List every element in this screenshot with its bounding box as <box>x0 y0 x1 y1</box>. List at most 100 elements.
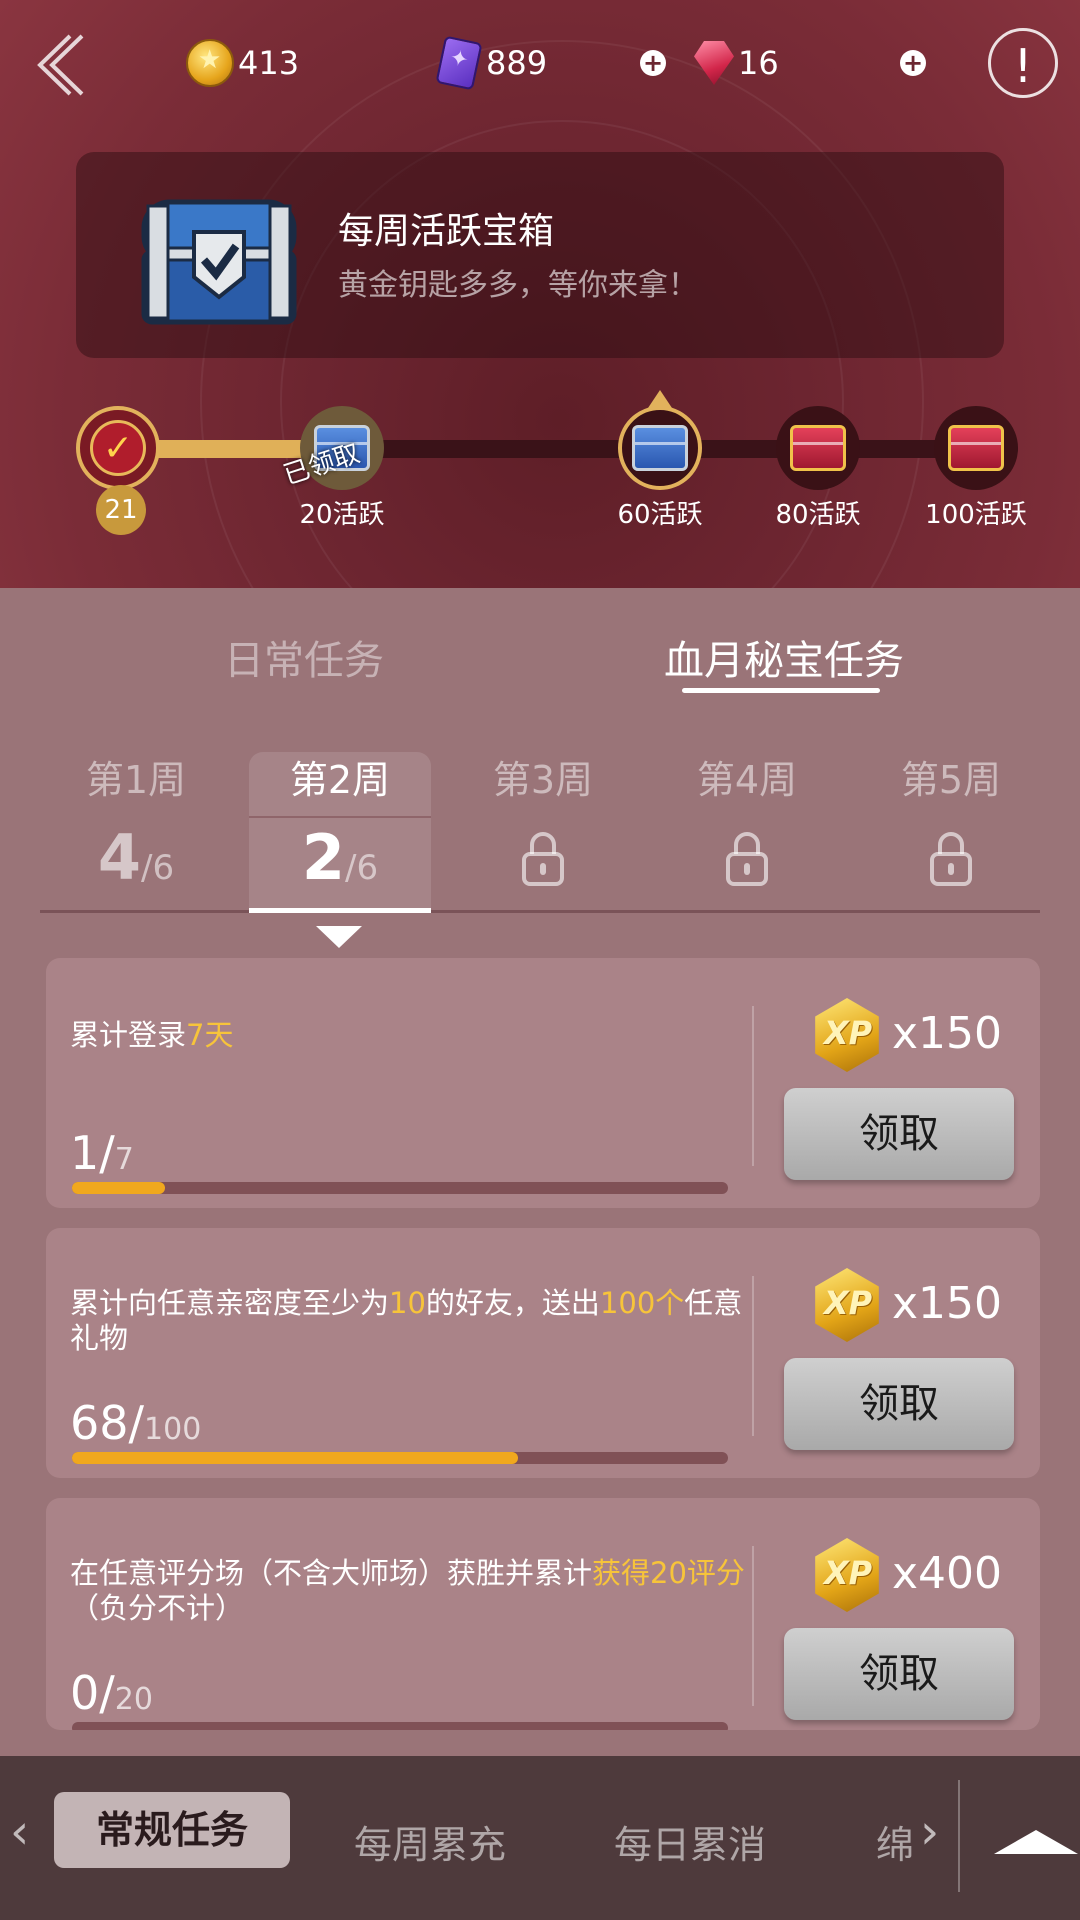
activity-count-badge: 21 <box>96 485 146 535</box>
milestone-label: 20活跃 <box>299 500 385 530</box>
purple-card-icon <box>435 35 483 91</box>
week-tab-1[interactable]: 第1周 4/6 <box>45 752 227 890</box>
red-gem-icon <box>694 41 734 85</box>
week-tab-2[interactable]: 第2周 2/6 <box>249 752 431 890</box>
check-icon: ✓ <box>90 420 146 476</box>
task-total: 20 <box>114 1682 153 1717</box>
task-progress-text: 1/7 <box>70 1126 134 1180</box>
xp-icon <box>815 1268 879 1342</box>
weekly-chest-panel: 每周活跃宝箱 黄金钥匙多多，等你来拿！ <box>76 152 1004 358</box>
task-card: 累计登录7天 1/7 x150 领取 <box>46 958 1040 1208</box>
task-divider <box>752 1276 754 1436</box>
scroll-left-icon[interactable]: ‹ <box>10 1804 29 1860</box>
claim-button[interactable]: 领取 <box>784 1628 1014 1720</box>
lock-icon <box>930 832 972 886</box>
week-total: /6 <box>141 848 175 888</box>
milestone-node-100[interactable] <box>934 406 1018 490</box>
task-current: 1/ <box>70 1126 115 1180</box>
gold-amount: 413 <box>238 44 300 82</box>
task-current: 68/ <box>70 1396 145 1450</box>
week-label: 第2周 <box>289 758 391 802</box>
task-highlight: 100个 <box>599 1286 685 1320</box>
red-chest-icon <box>948 425 1004 471</box>
collapse-up-icon[interactable] <box>994 1830 1078 1854</box>
reward-amount: x150 <box>892 1278 1003 1329</box>
selected-week-arrow-icon <box>316 926 362 948</box>
gem-amount: 16 <box>738 44 779 82</box>
task-total: 7 <box>114 1142 134 1177</box>
gold-coin-icon <box>186 39 234 87</box>
tab-blood-moon-tasks[interactable]: 血月秘宝任务 <box>664 628 904 686</box>
week-progress <box>860 826 1042 890</box>
task-progress-bar <box>72 1452 728 1464</box>
week-tab-5[interactable]: 第5周 <box>860 752 1042 890</box>
task-divider <box>752 1006 754 1166</box>
bottom-tab-regular[interactable]: 常规任务 <box>54 1792 290 1868</box>
task-text: 累计向任意亲密度至少为 <box>70 1286 390 1320</box>
claim-button[interactable]: 领取 <box>784 1088 1014 1180</box>
milestone-node-80[interactable] <box>776 406 860 490</box>
card-amount: 889 <box>486 44 548 82</box>
chest-subtitle: 黄金钥匙多多，等你来拿！ <box>338 268 698 303</box>
task-progress-text: 68/100 <box>70 1396 201 1450</box>
task-text: 的好友，送出 <box>425 1286 600 1320</box>
task-progress-text: 0/20 <box>70 1666 153 1720</box>
week-progress: 4/6 <box>45 826 227 890</box>
bottom-tab-weekly-topup[interactable]: 每周累充 <box>354 1814 506 1869</box>
info-button[interactable]: ! <box>988 28 1058 98</box>
task-text: 在任意评分场（不含大师场）获胜并累计 <box>70 1556 593 1590</box>
task-highlight: 7天 <box>186 1018 234 1052</box>
week-done: 4 <box>97 821 142 894</box>
task-progress-fill <box>72 1452 519 1464</box>
task-text: 累计登录 <box>70 1018 187 1052</box>
week-tab-4[interactable]: 第4周 <box>656 752 838 890</box>
bottom-divider <box>958 1780 960 1892</box>
task-text: （负分不计） <box>70 1591 245 1625</box>
blue-chest-icon <box>632 425 688 471</box>
week-done: 2 <box>301 821 346 894</box>
tab-daily-tasks[interactable]: 日常任务 <box>224 628 384 686</box>
add-card-button[interactable]: + <box>640 50 666 76</box>
reward-amount: x400 <box>892 1548 1003 1599</box>
task-divider <box>752 1546 754 1706</box>
week-tab-3[interactable]: 第3周 <box>452 752 634 890</box>
bottom-tab-daily-spend[interactable]: 每日累消 <box>614 1814 766 1869</box>
selected-week-underline <box>249 908 431 913</box>
active-tab-indicator <box>682 688 880 693</box>
task-highlight: 获得20评分 <box>592 1556 745 1590</box>
bottom-tab-partial[interactable]: 绵 <box>876 1814 914 1869</box>
task-highlight: 10 <box>389 1286 426 1320</box>
week-progress: 2/6 <box>249 826 431 890</box>
task-description: 累计向任意亲密度至少为10的好友，送出100个任意礼物 <box>70 1286 770 1356</box>
scroll-right-icon[interactable]: › <box>920 1804 939 1860</box>
task-current: 0/ <box>70 1666 115 1720</box>
red-chest-icon <box>790 425 846 471</box>
week-divider <box>40 910 1040 913</box>
week-label: 第3周 <box>492 758 594 802</box>
week-progress <box>656 826 838 890</box>
week-progress <box>452 826 634 890</box>
milestone-label: 80活跃 <box>775 500 861 530</box>
header-banner: 413 889 + 16 + ! 每周活跃宝箱 黄金钥匙多多，等你来拿！ ✓ 2… <box>0 0 1080 588</box>
xp-icon <box>815 1538 879 1612</box>
milestone-node-60[interactable] <box>618 406 702 490</box>
xp-icon <box>815 998 879 1072</box>
task-progress-fill <box>72 1182 166 1194</box>
task-progress-bar <box>72 1722 728 1730</box>
gold-currency: 413 <box>186 38 299 88</box>
reward-amount: x150 <box>892 1008 1003 1059</box>
week-label: 第4周 <box>696 758 798 802</box>
task-progress-bar <box>72 1182 728 1194</box>
task-description: 累计登录7天 <box>70 1018 770 1053</box>
week-label: 第1周 <box>85 758 187 802</box>
task-card: 在任意评分场（不含大师场）获胜并累计获得20评分 （负分不计） 0/20 x400… <box>46 1498 1040 1730</box>
claim-button[interactable]: 领取 <box>784 1358 1014 1450</box>
back-icon[interactable] <box>30 30 90 100</box>
add-gem-button[interactable]: + <box>900 50 926 76</box>
milestone-label: 60活跃 <box>617 500 703 530</box>
chest-title: 每周活跃宝箱 <box>338 211 555 252</box>
task-card: 累计向任意亲密度至少为10的好友，送出100个任意礼物 68/100 x150 … <box>46 1228 1040 1478</box>
task-total: 100 <box>144 1412 202 1447</box>
treasure-chest-icon <box>141 199 297 325</box>
activity-start-node: ✓ <box>76 406 160 490</box>
